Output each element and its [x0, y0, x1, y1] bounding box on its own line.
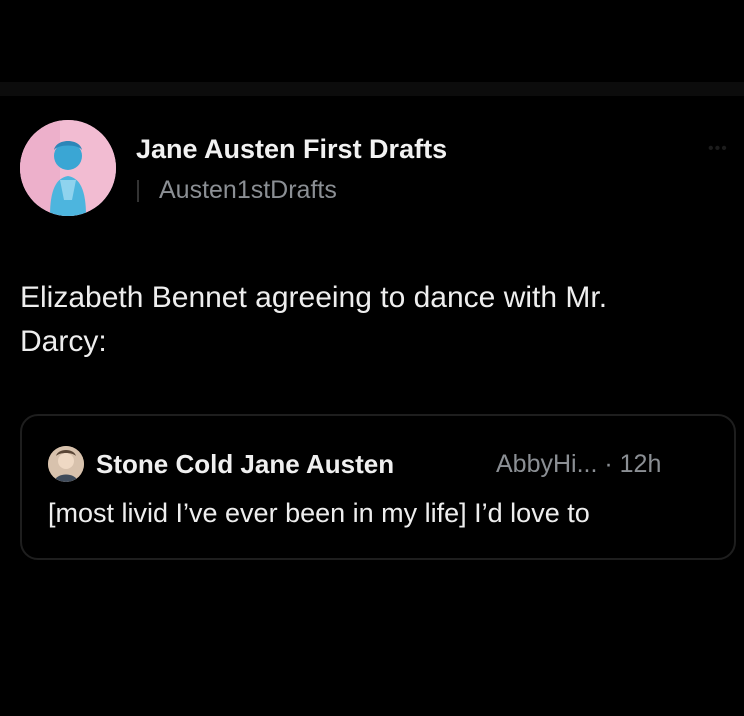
author-name[interactable]: Jane Austen First Drafts — [136, 134, 447, 165]
tweet-text-line: Darcy: — [20, 325, 107, 358]
quoted-author-name[interactable]: Stone Cold Jane Austen — [96, 449, 394, 480]
tweet-text-line: Elizabeth Bennet agreeing to dance with … — [20, 281, 608, 314]
author-avatar[interactable] — [20, 120, 116, 216]
quoted-tweet-text: [most livid I’ve ever been in my life] I… — [48, 498, 590, 528]
tweet-text: Elizabeth Bennet agreeing to dance with … — [20, 276, 740, 364]
quoted-handle-timestamp: AbbyHi... · 12h — [496, 450, 662, 478]
quoted-tweet-card[interactable]: Stone Cold Jane Austen AbbyHi... · 12h [… — [20, 414, 736, 560]
quoted-author-avatar[interactable] — [48, 446, 84, 482]
tweet: Jane Austen First Drafts Austen1stDrafts… — [0, 0, 744, 716]
more-horizontal-icon[interactable]: ••• — [708, 140, 728, 158]
author-handle[interactable]: Austen1stDrafts — [159, 176, 337, 205]
portrait-icon — [20, 120, 116, 216]
avatar-photo-icon — [48, 446, 84, 482]
handle-divider — [137, 180, 145, 202]
